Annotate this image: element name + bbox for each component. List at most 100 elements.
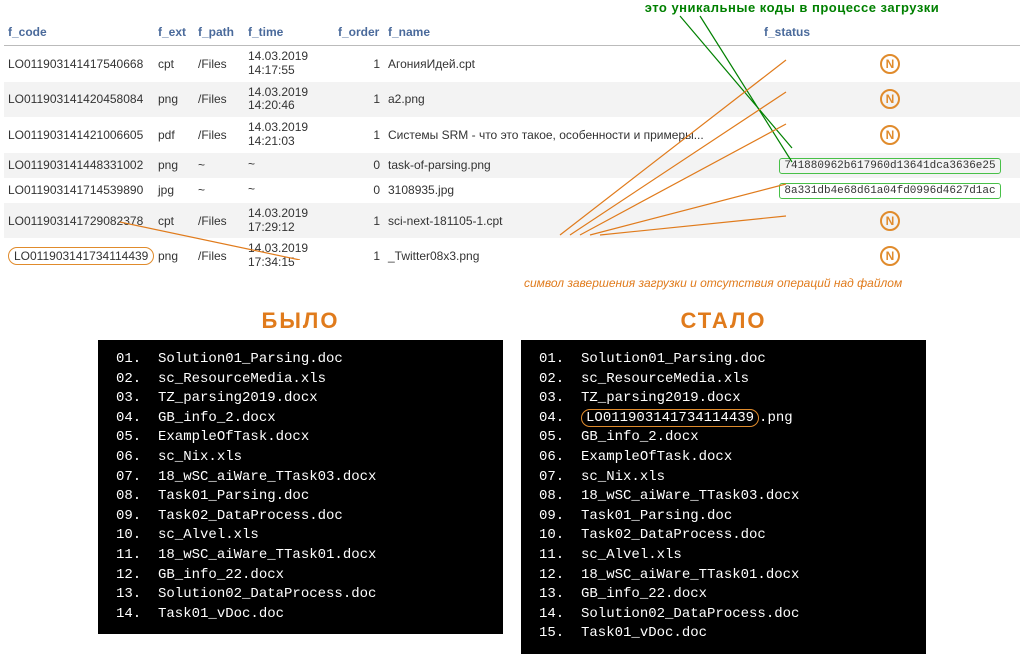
status-badge-n: N (880, 54, 900, 74)
terminal-line: 05. GB_info_2.docx (539, 428, 908, 448)
compare-left: БЫЛО 01. Solution01_Parsing.doc02. sc_Re… (98, 308, 503, 654)
terminal-line: 13. Solution02_DataProcess.doc (116, 585, 485, 605)
cell-fext: png (154, 153, 194, 178)
terminal-left: 01. Solution01_Parsing.doc02. sc_Resourc… (98, 340, 503, 634)
terminal-line: 03. TZ_parsing2019.docx (539, 389, 908, 409)
th-fext[interactable]: f_ext (154, 19, 194, 46)
cell-forder: 1 (334, 203, 384, 239)
terminal-line: 11. 18_wSC_aiWare_TTask01.docx (116, 546, 485, 566)
compare-left-title: БЫЛО (262, 308, 340, 334)
table-row[interactable]: LO011903141420458084png/Files14.03.2019 … (4, 82, 1020, 118)
cell-forder: 0 (334, 153, 384, 178)
th-fcode[interactable]: f_code (4, 19, 154, 46)
cell-fpath: /Files (194, 117, 244, 153)
cell-fstatus: N (760, 238, 1020, 274)
cell-fstatus: N (760, 46, 1020, 82)
cell-fext: png (154, 82, 194, 118)
terminal-line: 11. sc_Alvel.xls (539, 546, 908, 566)
cell-fpath: /Files (194, 238, 244, 274)
cell-forder: 1 (334, 238, 384, 274)
terminal-line: 09. Task02_DataProcess.doc (116, 507, 485, 527)
cell-fext: jpg (154, 178, 194, 203)
terminal-line: 03. TZ_parsing2019.docx (116, 389, 485, 409)
cell-fcode: LO011903141729082378 (4, 203, 154, 239)
status-badge-n: N (880, 89, 900, 109)
status-badge-n: N (880, 246, 900, 266)
annotation-mid: символ завершения загрузки и отсутствия … (524, 276, 1020, 290)
cell-fext: cpt (154, 203, 194, 239)
cell-fname: a2.png (384, 82, 760, 118)
cell-fcode: LO011903141420458084 (4, 82, 154, 118)
compare-right: СТАЛО 01. Solution01_Parsing.doc02. sc_R… (521, 308, 926, 654)
terminal-highlight: LO011903141734114439 (581, 409, 759, 427)
cell-fpath: ~ (194, 153, 244, 178)
terminal-line: 01. Solution01_Parsing.doc (116, 350, 485, 370)
terminal-line: 10. Task02_DataProcess.doc (539, 526, 908, 546)
th-ftime[interactable]: f_time (244, 19, 334, 46)
cell-forder: 1 (334, 82, 384, 118)
cell-fname: task-of-parsing.png (384, 153, 760, 178)
terminal-line: 02. sc_ResourceMedia.xls (116, 370, 485, 390)
terminal-line: 02. sc_ResourceMedia.xls (539, 370, 908, 390)
cell-fext: png (154, 238, 194, 274)
cell-ftime: 14.03.2019 17:34:15 (244, 238, 334, 274)
cell-fext: cpt (154, 46, 194, 82)
page-root: это уникальные коды в процессе загрузки … (0, 0, 1024, 654)
compare-section: БЫЛО 01. Solution01_Parsing.doc02. sc_Re… (4, 308, 1020, 654)
cell-fname: Системы SRM - что это такое, особенности… (384, 117, 760, 153)
th-fname[interactable]: f_name (384, 19, 760, 46)
terminal-line: 01. Solution01_Parsing.doc (539, 350, 908, 370)
table-row[interactable]: LO011903141729082378cpt/Files14.03.2019 … (4, 203, 1020, 239)
cell-fstatus: 741880962b617960d13641dca3636e25 (760, 153, 1020, 178)
cell-ftime: 14.03.2019 14:17:55 (244, 46, 334, 82)
cell-fstatus: N (760, 82, 1020, 118)
th-fpath[interactable]: f_path (194, 19, 244, 46)
cell-fcode: LO011903141714539890 (4, 178, 154, 203)
cell-fstatus: N (760, 117, 1020, 153)
cell-fpath: /Files (194, 46, 244, 82)
terminal-line: 13. GB_info_22.docx (539, 585, 908, 605)
cell-fcode: LO011903141421006605 (4, 117, 154, 153)
terminal-line: 08. Task01_Parsing.doc (116, 487, 485, 507)
th-forder[interactable]: f_order (334, 19, 384, 46)
cell-fext: pdf (154, 117, 194, 153)
cell-fpath: ~ (194, 178, 244, 203)
terminal-line: 07. sc_Nix.xls (539, 468, 908, 488)
cell-ftime: ~ (244, 178, 334, 203)
terminal-line: 05. ExampleOfTask.docx (116, 428, 485, 448)
cell-fpath: /Files (194, 82, 244, 118)
terminal-line: 09. Task01_Parsing.doc (539, 507, 908, 527)
cell-forder: 1 (334, 46, 384, 82)
table-row[interactable]: LO011903141417540668cpt/Files14.03.2019 … (4, 46, 1020, 82)
fcode-highlight: LO011903141734114439 (8, 247, 154, 265)
cell-ftime: 14.03.2019 14:20:46 (244, 82, 334, 118)
table-row[interactable]: LO011903141421006605pdf/Files14.03.2019 … (4, 117, 1020, 153)
table-row[interactable]: LO011903141448331002png~~0task-of-parsin… (4, 153, 1020, 178)
terminal-line: 06. sc_Nix.xls (116, 448, 485, 468)
cell-fname: _Twitter08x3.png (384, 238, 760, 274)
terminal-line: 08. 18_wSC_aiWare_TTask03.docx (539, 487, 908, 507)
terminal-line: 04. LO011903141734114439.png (539, 409, 908, 429)
cell-fstatus: 8a331db4e68d61a04fd0996d4627d1ac (760, 178, 1020, 203)
cell-fcode: LO011903141417540668 (4, 46, 154, 82)
status-hash: 8a331db4e68d61a04fd0996d4627d1ac (779, 183, 1000, 199)
terminal-line: 06. ExampleOfTask.docx (539, 448, 908, 468)
cell-fname: АгонияИдей.cpt (384, 46, 760, 82)
cell-forder: 1 (334, 117, 384, 153)
table-row[interactable]: LO011903141734114439png/Files14.03.2019 … (4, 238, 1020, 274)
cell-fname: 3108935.jpg (384, 178, 760, 203)
table-header-row: f_code f_ext f_path f_time f_order f_nam… (4, 19, 1020, 46)
terminal-line: 07. 18_wSC_aiWare_TTask03.docx (116, 468, 485, 488)
files-table: f_code f_ext f_path f_time f_order f_nam… (4, 19, 1020, 274)
terminal-line: 12. 18_wSC_aiWare_TTask01.docx (539, 566, 908, 586)
cell-fcode: LO011903141734114439 (4, 238, 154, 274)
cell-ftime: 14.03.2019 14:21:03 (244, 117, 334, 153)
compare-right-title: СТАЛО (680, 308, 766, 334)
cell-ftime: ~ (244, 153, 334, 178)
table-row[interactable]: LO011903141714539890jpg~~03108935.jpg8a3… (4, 178, 1020, 203)
cell-fpath: /Files (194, 203, 244, 239)
th-fstatus[interactable]: f_status (760, 19, 1020, 46)
status-badge-n: N (880, 125, 900, 145)
cell-forder: 0 (334, 178, 384, 203)
terminal-line: 12. GB_info_22.docx (116, 566, 485, 586)
